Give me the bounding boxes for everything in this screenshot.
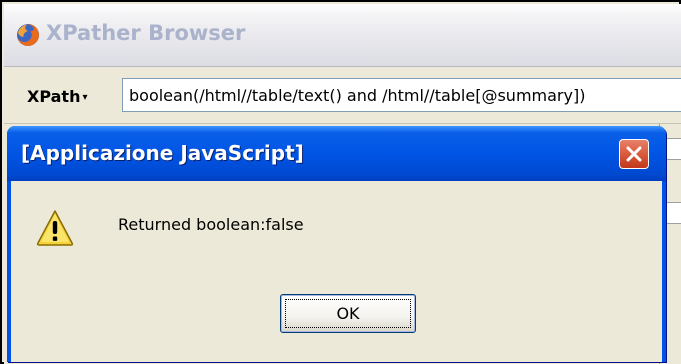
xpath-label: XPath: [27, 87, 81, 106]
xpath-input[interactable]: [122, 78, 681, 112]
close-button[interactable]: [619, 139, 649, 169]
firefox-icon: [17, 24, 39, 46]
alert-dialog: [Applicazione JavaScript] Returned boole…: [7, 126, 666, 362]
dialog-title: [Applicazione JavaScript]: [21, 141, 304, 165]
ok-button[interactable]: OK: [280, 294, 416, 333]
screenshot-frame: XPather Browser XPath▾ [Applicazione Jav…: [0, 0, 681, 364]
chevron-down-icon: ▾: [82, 92, 88, 103]
window-title: XPather Browser: [46, 21, 246, 45]
warning-icon: [36, 210, 74, 246]
window-titlebar: XPather Browser: [4, 4, 681, 67]
dialog-message: Returned boolean:false: [118, 215, 304, 234]
dialog-body: Returned boolean:false OK: [11, 181, 662, 362]
ok-button-label: OK: [285, 299, 411, 328]
dialog-titlebar: [Applicazione JavaScript]: [7, 126, 666, 181]
xpath-dropdown-button[interactable]: XPath ▾: [27, 87, 88, 106]
xpath-toolbar: XPath ▾: [4, 67, 681, 124]
close-icon: [626, 146, 642, 162]
